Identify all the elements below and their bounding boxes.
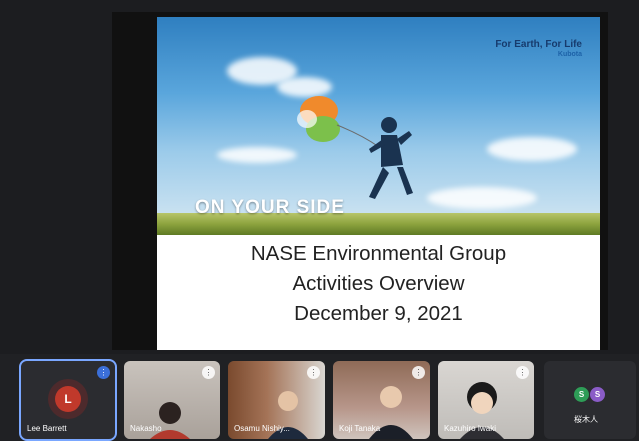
participant-name: Nakasho (130, 424, 162, 433)
participant-tile[interactable]: ⋮ Koji Tanaka (333, 361, 430, 439)
participant-tile[interactable]: ⋮ Osamu Nishiy... (228, 361, 325, 439)
shared-screen[interactable]: For Earth, For Life Kubota ON YOUR SIDE … (112, 12, 608, 350)
slide-title-line-2: Activities Overview (292, 272, 465, 295)
participant-tile[interactable]: L ⋮ Lee Barrett (19, 359, 117, 441)
avatar: S (590, 387, 605, 402)
brand-name: Kubota (557, 51, 582, 58)
more-options-icon[interactable]: ⋮ (307, 366, 320, 379)
slide-title-block: NASE Environmental Group Activities Over… (157, 239, 600, 329)
avatar: S (574, 387, 589, 402)
slide-title-line-1: NASE Environmental Group (250, 242, 507, 265)
participant-name: 桜木人 (574, 415, 598, 424)
more-options-icon[interactable]: ⋮ (202, 366, 215, 379)
participant-strip: L ⋮ Lee Barrett ⋮ Nakasho ⋮ Osamu Nishiy… (0, 354, 639, 441)
more-options-icon[interactable]: ⋮ (412, 366, 425, 379)
more-options-icon[interactable]: ⋮ (516, 366, 529, 379)
brand-logo: For Earth, For Life Kubota (495, 39, 582, 58)
avatar: L (55, 386, 81, 412)
presentation-area: For Earth, For Life Kubota ON YOUR SIDE … (0, 0, 639, 354)
photo-tagline: ON YOUR SIDE (195, 197, 345, 218)
participant-tile[interactable]: S S 桜木人 (544, 361, 636, 439)
presentation-slide: For Earth, For Life Kubota ON YOUR SIDE … (157, 17, 600, 350)
slide-title-line-3: December 9, 2021 (294, 302, 463, 325)
participant-tile[interactable]: ⋮ Kazuhiro Iwaki (438, 361, 534, 439)
participant-name: Lee Barrett (27, 424, 67, 433)
meeting-window: For Earth, For Life Kubota ON YOUR SIDE … (0, 0, 639, 441)
participant-name: Kazuhiro Iwaki (444, 424, 497, 433)
audio-indicator-icon: ⋮ (97, 366, 110, 379)
slide-cover-photo: For Earth, For Life Kubota ON YOUR SIDE (157, 17, 600, 235)
participant-tile[interactable]: ⋮ Nakasho (124, 361, 220, 439)
participant-name: Koji Tanaka (339, 424, 381, 433)
participant-name: Osamu Nishiy... (234, 424, 290, 433)
brand-tagline: For Earth, For Life (495, 39, 582, 50)
